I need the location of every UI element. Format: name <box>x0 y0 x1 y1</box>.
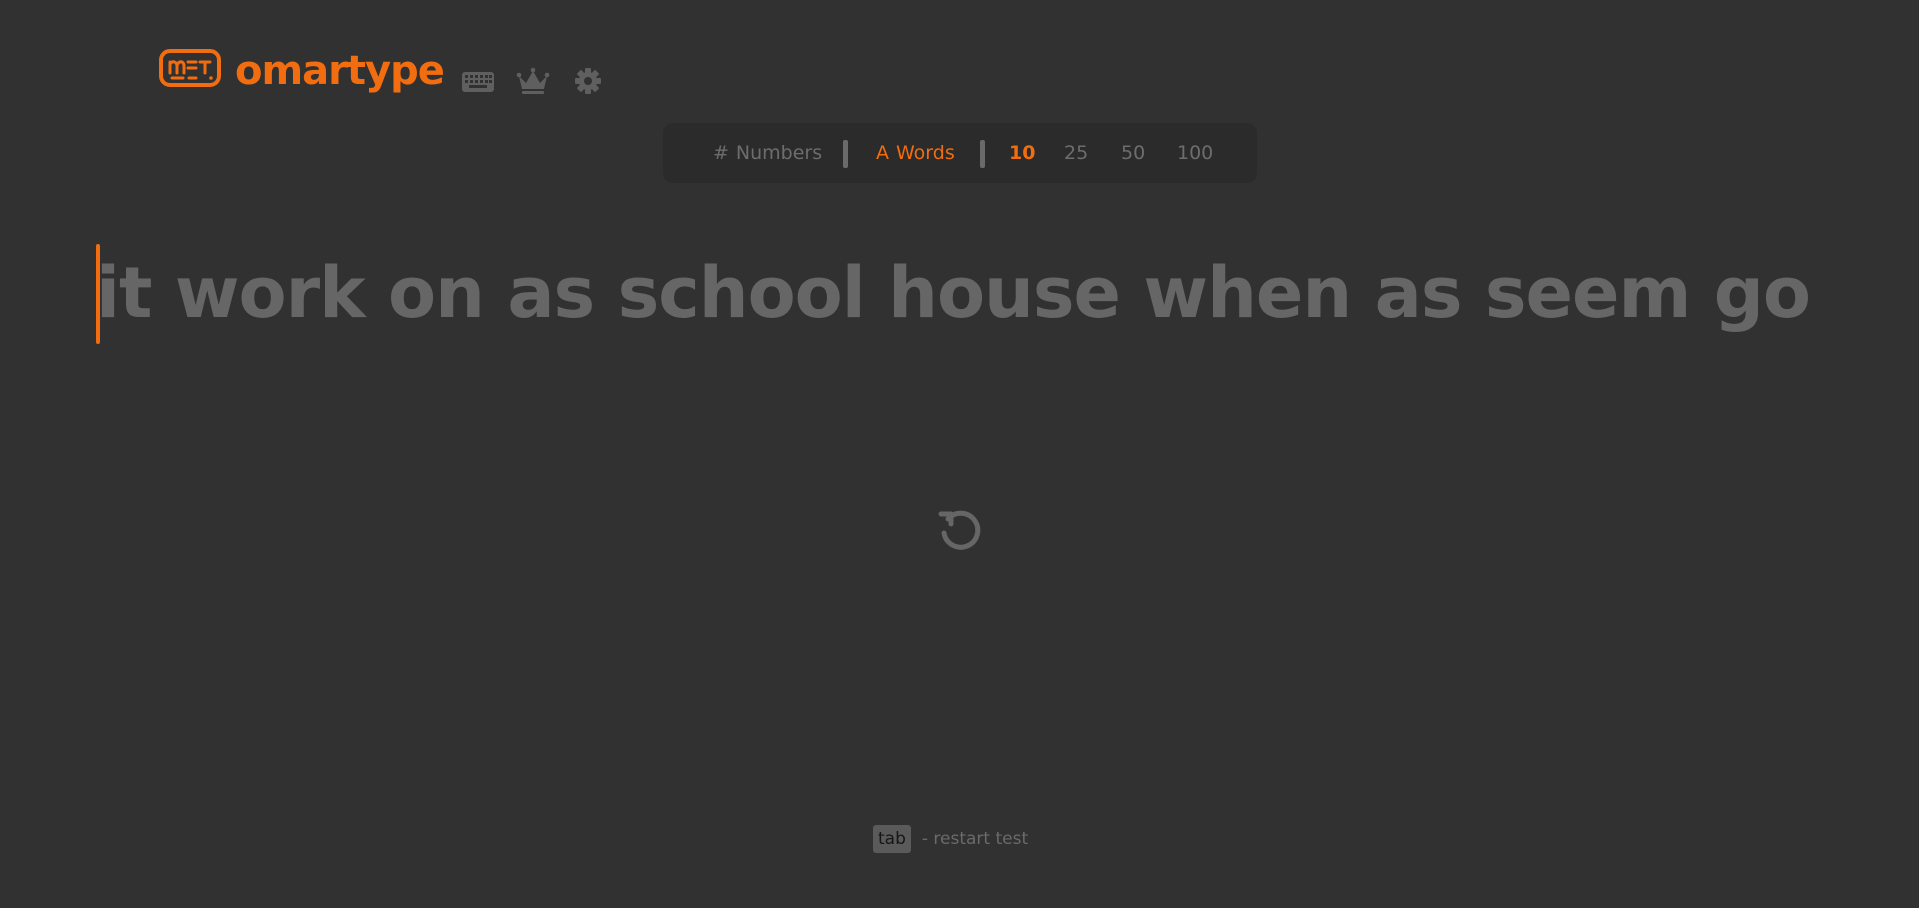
app-root: omartype # Numbers A Words 10 25 50 100 … <box>0 0 1919 908</box>
hash-icon: # <box>713 142 729 164</box>
mode-numbers-label: Numbers <box>735 142 823 164</box>
restart-hint: tab - restart test <box>873 824 1028 853</box>
word-count-25[interactable]: 25 <box>1064 123 1088 183</box>
restart-icon[interactable] <box>935 504 985 554</box>
word-count-50[interactable]: 50 <box>1121 123 1145 183</box>
mode-words[interactable]: A Words <box>876 123 955 183</box>
crown-icon[interactable] <box>515 66 551 96</box>
divider <box>980 140 985 168</box>
word-count-10[interactable]: 10 <box>1009 123 1035 183</box>
mode-words-label: Words <box>896 142 955 164</box>
gear-icon[interactable] <box>570 66 606 96</box>
tab-key: tab <box>873 824 911 853</box>
text-caret <box>96 244 100 344</box>
test-words[interactable]: it work on as school house when as seem … <box>96 238 1811 348</box>
divider <box>843 140 848 168</box>
mode-numbers[interactable]: # Numbers <box>713 123 822 183</box>
keyboard-icon[interactable] <box>460 66 496 96</box>
mode-bar: # Numbers A Words 10 25 50 100 <box>663 123 1257 183</box>
word-count-100[interactable]: 100 <box>1177 123 1213 183</box>
letter-a-icon: A <box>876 142 889 164</box>
brand-name[interactable]: omartype <box>235 46 445 96</box>
logo-icon[interactable] <box>159 49 221 87</box>
restart-hint-text: - restart test <box>921 828 1029 849</box>
